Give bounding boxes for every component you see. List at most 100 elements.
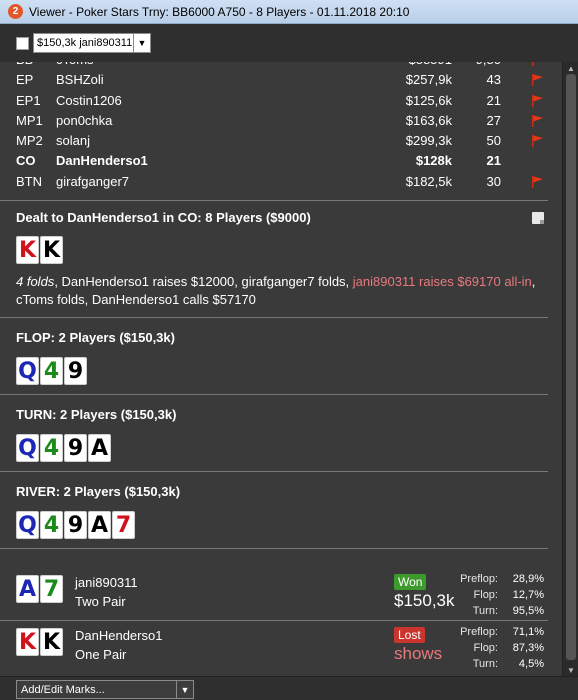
player-row[interactable]: MP2 solanj $299,3k 50 <box>0 131 562 151</box>
player-stack: $163,6k <box>405 112 452 128</box>
playing-card: 4 <box>40 357 63 385</box>
playing-card: 9 <box>64 511 87 539</box>
loser-equity-stats: Preflop: 71,1% Flop: 87,3% Turn: 4,5% <box>448 624 544 672</box>
fold-count: 4 folds <box>16 274 55 289</box>
playing-card: K <box>40 628 63 656</box>
equity-value: 71,1% <box>512 626 544 638</box>
playing-card: 4 <box>40 434 63 462</box>
chevron-down-icon[interactable]: ▼ <box>176 681 193 698</box>
equity-label: Flop: <box>473 589 498 601</box>
winner-hand: Two Pair <box>75 594 126 609</box>
equity-value: 28,9% <box>512 573 544 585</box>
player-list: BB cToms $58591 9,80 EP BSHZoli $257,9k 43 EP1 Co… <box>0 62 562 192</box>
flag-icon[interactable] <box>530 94 544 108</box>
chevron-down-icon[interactable]: ▼ <box>133 34 150 52</box>
player-row[interactable]: EP BSHZoli $257,9k 43 <box>0 70 562 90</box>
hand-select[interactable]: $150,3k jani890311 ▼ <box>33 33 151 53</box>
flag-icon[interactable] <box>530 175 544 189</box>
divider <box>0 394 548 395</box>
marks-label: Add/Edit Marks... <box>21 683 105 696</box>
playing-card: A <box>88 434 111 462</box>
scroll-thumb[interactable] <box>566 74 576 660</box>
river-cards: Q49A7 <box>16 511 135 539</box>
hand-history-panel: BB cToms $58591 9,80 EP BSHZoli $257,9k 43 EP1 Co… <box>0 62 562 676</box>
player-bb: 43 <box>486 72 501 88</box>
player-stack: $299,3k <box>405 133 452 149</box>
player-position: EP <box>16 72 34 88</box>
preflop-actions: 4 folds, DanHenderso1 raises $12000, gir… <box>16 273 536 309</box>
marks-dropdown[interactable]: Add/Edit Marks... ▼ <box>16 680 194 699</box>
flag-icon[interactable] <box>530 73 544 87</box>
player-stack: $257,9k <box>405 72 452 88</box>
equity-label: Flop: <box>473 642 498 654</box>
won-badge: Won <box>394 574 427 590</box>
won-amount: $150,3k <box>394 591 455 610</box>
player-bb: 30 <box>486 173 501 189</box>
loser-name: DanHenderso1 <box>75 628 163 643</box>
result-loser: KK DanHenderso1 One Pair Lost shows Pref… <box>0 624 548 676</box>
equity-stat: Flop: 12,7% <box>448 587 544 603</box>
loser-shows: shows <box>394 644 443 663</box>
player-name: BSHZoli <box>56 72 104 88</box>
playing-card: A <box>16 575 39 603</box>
flag-icon[interactable] <box>530 114 544 128</box>
player-bb: 50 <box>486 133 501 149</box>
flag-icon[interactable] <box>530 62 544 67</box>
player-stack: $58591 <box>409 62 452 67</box>
player-row[interactable]: CO DanHenderso1 $128k 21 <box>0 151 562 171</box>
playing-card: 7 <box>40 575 63 603</box>
playing-card: Q <box>16 511 39 539</box>
pokertracker-icon: 2 <box>8 4 23 19</box>
vertical-scrollbar[interactable]: ▲ ▼ <box>562 62 578 676</box>
player-row[interactable]: EP1 Costin1206 $125,6k 21 <box>0 91 562 111</box>
player-name: pon0chka <box>56 112 113 128</box>
divider <box>0 471 548 472</box>
player-name: cToms <box>56 62 94 67</box>
toolbar: $150,3k jani890311 ▼ <box>0 24 578 62</box>
player-stack: $128k <box>415 153 452 169</box>
divider <box>0 548 548 549</box>
player-bb: 21 <box>486 153 501 169</box>
select-hand-checkbox[interactable] <box>16 36 29 50</box>
river-title: RIVER: 2 Players ($150,3k) <box>16 484 181 499</box>
player-position: EP1 <box>16 92 41 108</box>
equity-value: 95,5% <box>512 605 544 617</box>
player-name: DanHenderso1 <box>56 153 148 169</box>
player-row[interactable]: BB cToms $58591 9,80 <box>0 62 562 70</box>
player-bb: 21 <box>486 92 501 108</box>
playing-card: K <box>16 628 39 656</box>
preflop-title: Dealt to DanHenderso1 in CO: 8 Players (… <box>16 210 311 225</box>
result-winner: A7 jani890311 Two Pair Won $150,3k Prefl… <box>0 571 548 623</box>
hero-cards: KK <box>16 236 63 264</box>
turn-cards: Q49A <box>16 434 111 462</box>
playing-card: 9 <box>64 434 87 462</box>
scroll-up-icon[interactable]: ▲ <box>563 62 578 74</box>
equity-value: 87,3% <box>512 642 544 654</box>
player-stack: $125,6k <box>405 92 452 108</box>
lost-badge: Lost <box>394 627 425 643</box>
player-position: CO <box>16 153 36 169</box>
playing-card: 9 <box>64 357 87 385</box>
scroll-down-icon[interactable]: ▼ <box>563 664 578 676</box>
player-position: BTN <box>16 173 42 189</box>
flag-icon[interactable] <box>530 134 544 148</box>
playing-card: 7 <box>112 511 135 539</box>
equity-value: 12,7% <box>512 589 544 601</box>
equity-stat: Flop: 87,3% <box>448 640 544 656</box>
player-name: Costin1206 <box>56 92 122 108</box>
loser-hand: One Pair <box>75 647 127 662</box>
playing-card: A <box>88 511 111 539</box>
title-bar: 2 Viewer - Poker Stars Trny: BB6000 A750… <box>0 0 578 24</box>
equity-stat: Preflop: 71,1% <box>448 624 544 640</box>
action-part: , DanHenderso1 raises $12000, girafgange… <box>54 274 353 289</box>
player-row[interactable]: BTN girafganger7 $182,5k 30 <box>0 172 562 192</box>
divider <box>0 200 548 201</box>
player-row[interactable]: MP1 pon0chka $163,6k 27 <box>0 111 562 131</box>
player-position: MP1 <box>16 112 43 128</box>
flop-title: FLOP: 2 Players ($150,3k) <box>16 330 175 345</box>
winner-cards: A7 <box>16 575 63 603</box>
note-icon[interactable] <box>532 212 544 224</box>
bottom-bar: Add/Edit Marks... ▼ <box>0 676 578 700</box>
player-bb: 27 <box>486 112 501 128</box>
hand-select-value: $150,3k jani890311 <box>37 37 133 49</box>
